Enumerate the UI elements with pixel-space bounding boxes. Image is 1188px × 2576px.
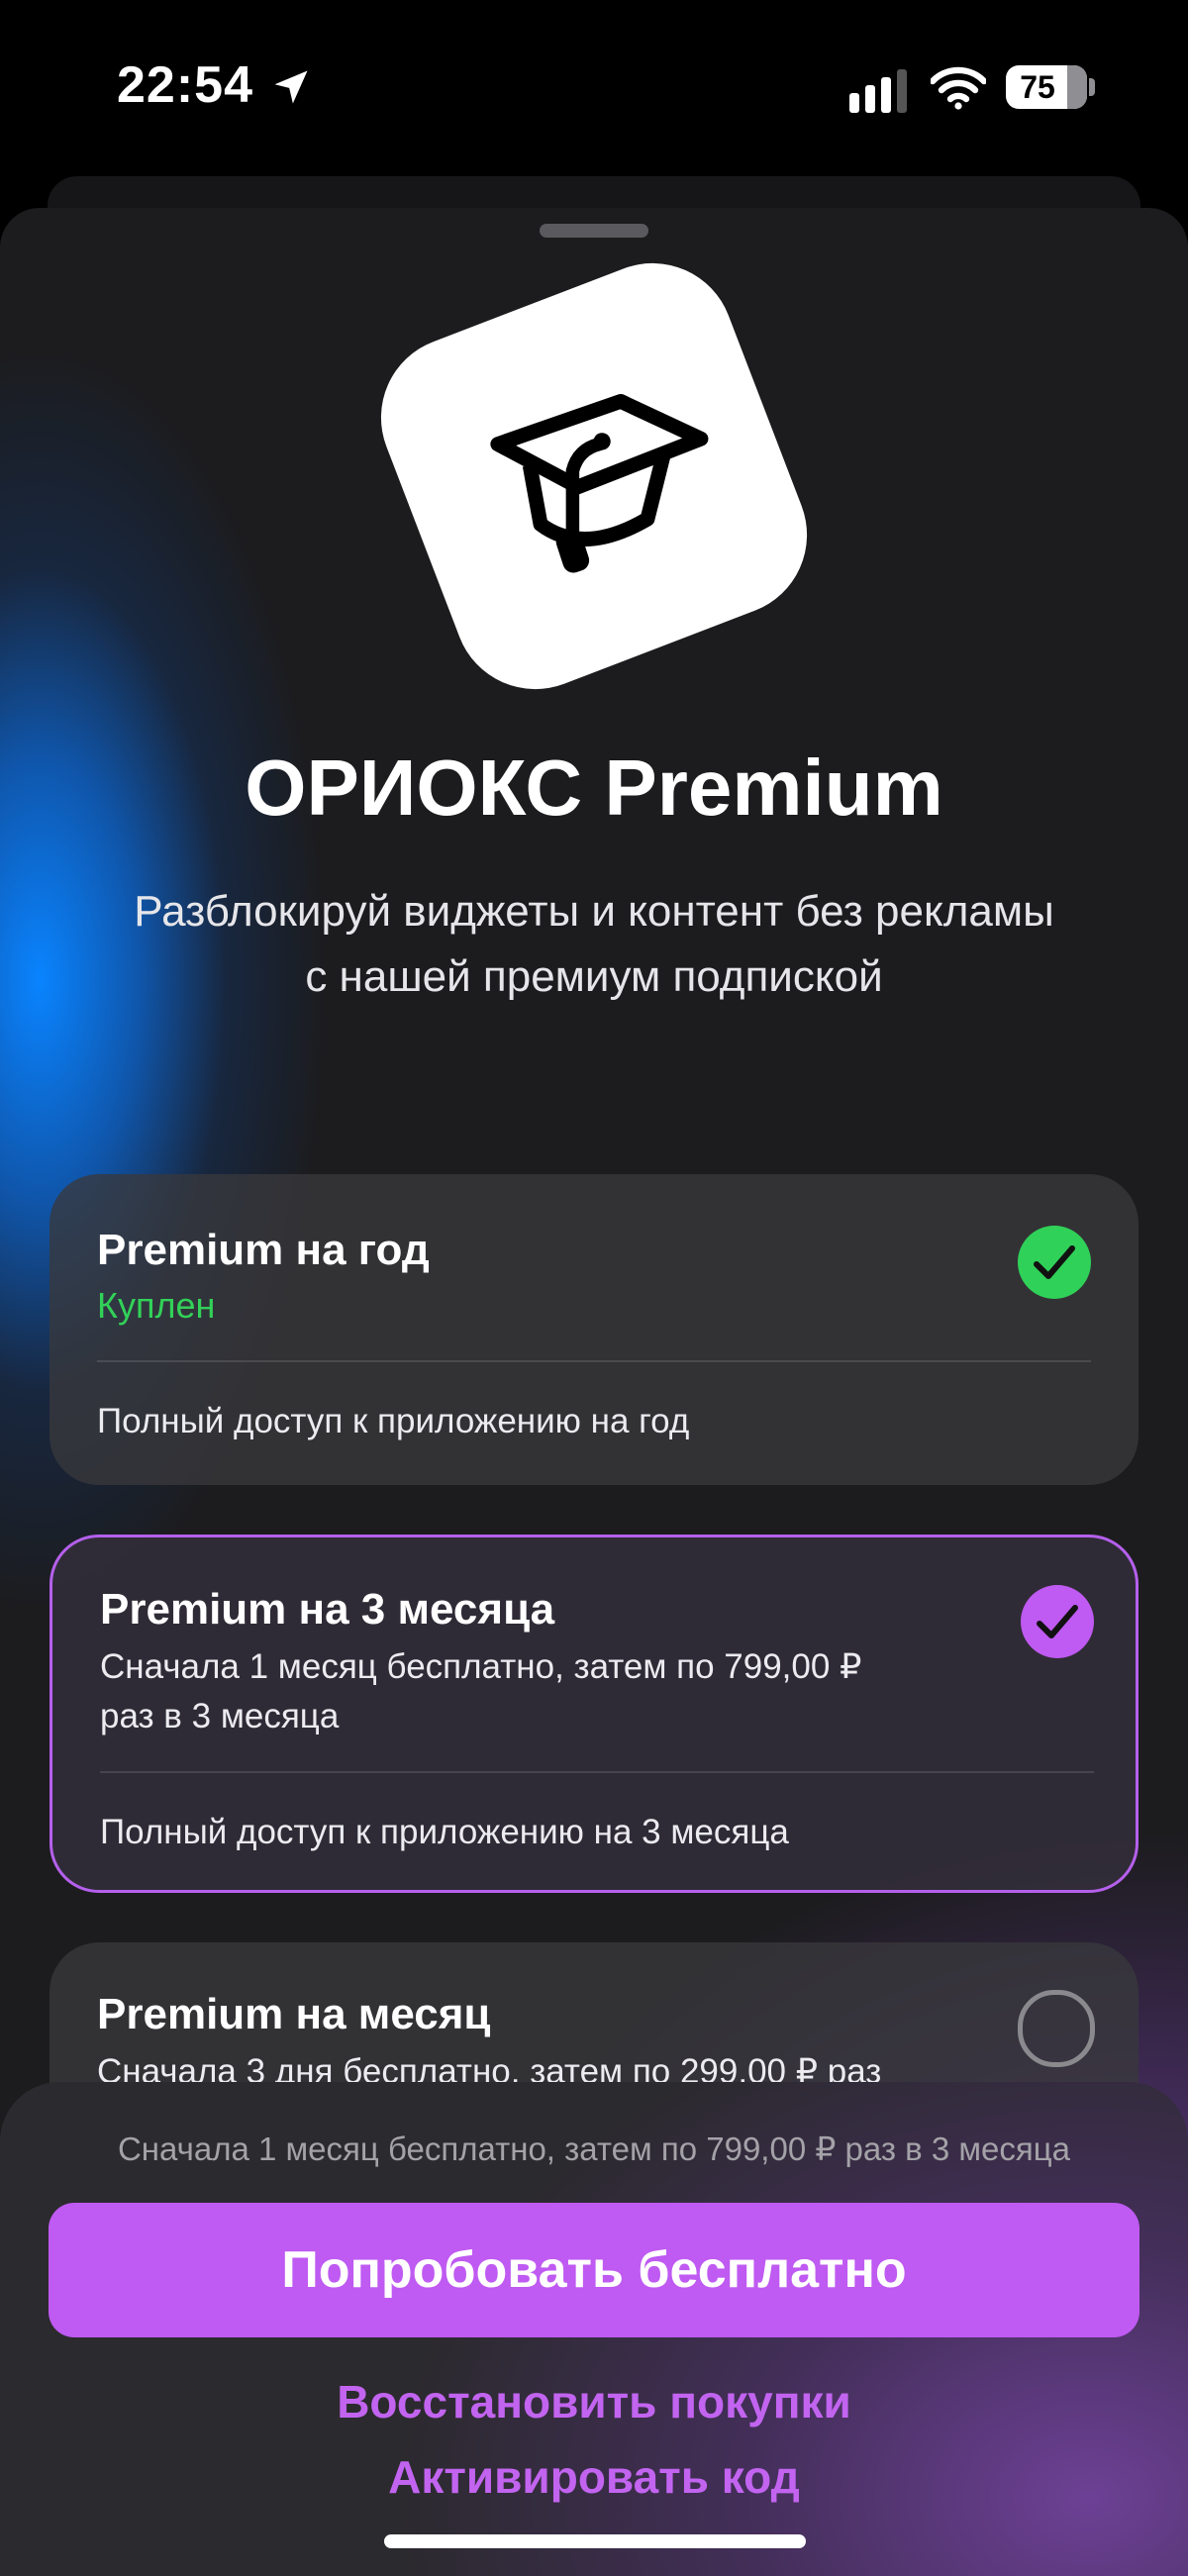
home-indicator [384, 2534, 806, 2548]
app-icon [356, 239, 832, 714]
card-divider [100, 1771, 1094, 1773]
checkmark-icon [1018, 1226, 1091, 1299]
battery-level: 75 [1020, 69, 1055, 105]
try-free-button[interactable]: Попробовать бесплатно [49, 2203, 1139, 2337]
card-divider [97, 1360, 1091, 1362]
location-arrow-icon [274, 70, 308, 104]
plan-card-3-months[interactable]: Premium на 3 месяца Сначала 1 месяц бесп… [50, 1535, 1138, 1893]
purchase-panel: Сначала 1 месяц бесплатно, затем по 799,… [0, 2082, 1188, 2576]
status-time: 22:54 [117, 56, 253, 114]
plan-description: Полный доступ к приложению на год [97, 1402, 690, 1440]
subtitle-line: Разблокируй виджеты и контент без реклам… [134, 887, 1054, 936]
plan-offer: Сначала 1 месяц бесплатно, затем по 799,… [100, 1642, 991, 1741]
checkmark-icon [1021, 1585, 1094, 1658]
plan-offer-line: Сначала 1 месяц бесплатно, затем по 799,… [100, 1647, 862, 1686]
plan-status: Куплен [97, 1285, 216, 1326]
subtitle-line: с нашей премиум подпиской [305, 952, 883, 1001]
plan-title: Premium на месяц [97, 1990, 491, 2038]
wifi-icon [931, 66, 986, 110]
graduation-cap-icon [490, 393, 709, 573]
plan-offer-line: раз в 3 месяца [100, 1697, 340, 1735]
premium-sheet: ОРИОКС Premium Разблокируй виджеты и кон… [0, 208, 1188, 2576]
page-subtitle: Разблокируй виджеты и контент без реклам… [40, 879, 1148, 1010]
sheet-grabber[interactable] [540, 224, 648, 238]
status-bar: 22:54 75 [0, 0, 1188, 178]
page-title: ОРИОКС Premium [245, 743, 943, 832]
plan-card-yearly[interactable]: Premium на год Куплен Полный доступ к пр… [50, 1174, 1138, 1485]
battery-tip [1089, 78, 1095, 96]
radio-button[interactable] [1018, 1990, 1095, 2067]
battery-icon: 75 [1006, 65, 1087, 109]
plan-title: Premium на год [97, 1226, 430, 1274]
redeem-code-link[interactable]: Активировать код [0, 2450, 1188, 2504]
cellular-signal-icon [849, 69, 907, 113]
restore-purchases-link[interactable]: Восстановить покупки [0, 2375, 1188, 2428]
plan-title: Premium на 3 месяца [100, 1585, 555, 1634]
plan-description: Полный доступ к приложению на 3 месяца [100, 1813, 789, 1851]
subscription-terms: Сначала 1 месяц бесплатно, затем по 799,… [117, 2130, 1071, 2167]
battery-empty-segment [1067, 65, 1087, 109]
